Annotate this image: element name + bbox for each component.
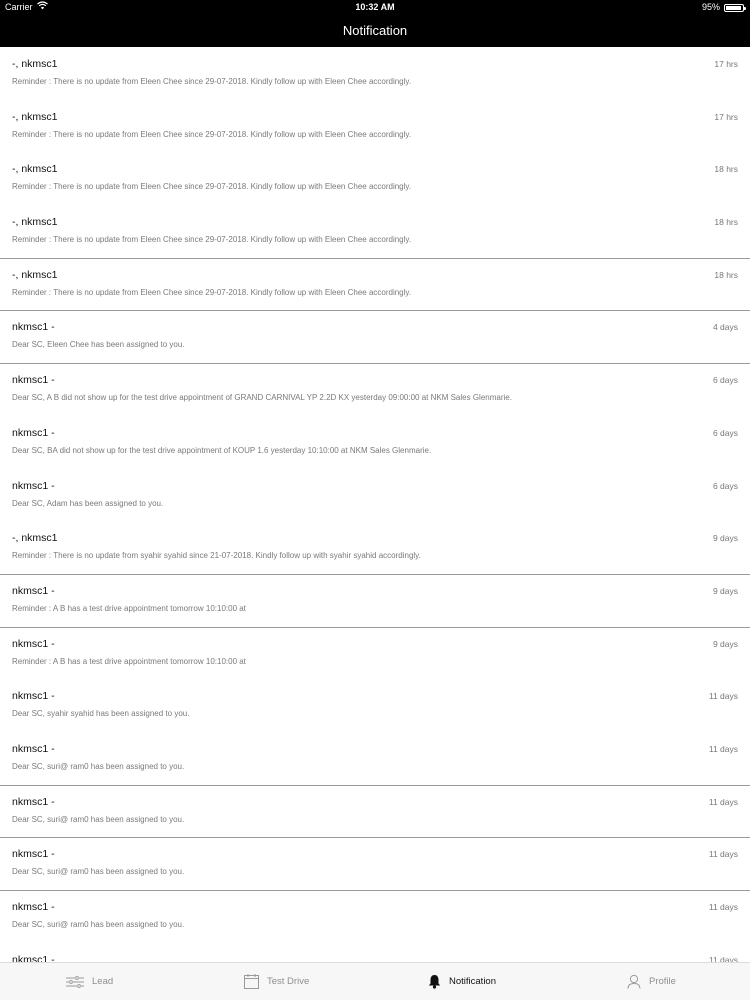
notification-message: Dear SC, suri@ ram0 has been assigned to… (12, 814, 185, 824)
notification-message: Dear SC, syahir syahid has been assigned… (12, 709, 190, 719)
notification-message: Reminder : There is no update from Eleen… (12, 182, 412, 192)
calendar-icon (244, 974, 259, 989)
notification-sender: nkmsc1 - (12, 795, 55, 808)
notification-row[interactable]: -, nkmsc1 18 hrs Reminder : There is no up… (0, 153, 750, 206)
notification-sender: -, nkmsc1 (12, 216, 58, 229)
notification-row[interactable]: nkmsc1 - 11 days Dear SC, syahir syahid ha… (0, 680, 750, 733)
notification-sender: nkmsc1 - (12, 848, 55, 861)
notification-row[interactable]: -, nkmsc1 17 hrs Reminder : There is no up… (0, 48, 750, 101)
status-right: 95% (701, 0, 746, 15)
notification-time: 11 days (708, 691, 738, 702)
notification-message: Dear SC, suri@ ram0 has been assigned to… (12, 761, 185, 771)
notification-time: 6 days (712, 427, 738, 438)
notification-row[interactable]: nkmsc1 - 11 days Dear SC, suri@ ram0 has b… (0, 733, 750, 786)
status-bar: Carrier 10:32 AM 95% (0, 0, 750, 15)
notification-message: Reminder : A B has a test drive appointm… (12, 603, 246, 613)
notification-row[interactable]: -, nkmsc1 9 days Reminder : There is no up… (0, 522, 750, 575)
notification-sender: -, nkmsc1 (12, 268, 58, 281)
notification-message: Dear SC, Eleen Chee has been assigned to… (12, 340, 185, 350)
notification-message: Reminder : There is no update from syahi… (12, 551, 421, 561)
notification-sender: -, nkmsc1 (12, 58, 58, 70)
notification-sender: -, nkmsc1 (12, 163, 58, 176)
notification-message: Reminder : There is no update from Eleen… (12, 77, 412, 86)
notification-sender: nkmsc1 - (12, 742, 55, 755)
notification-time: 11 days (708, 849, 738, 860)
tab-label-profile: Profile (649, 976, 676, 987)
status-time: 10:32 AM (355, 2, 395, 12)
tab-label-lead: Lead (92, 976, 114, 987)
notification-message: Dear SC, A B did not show up for the tes… (12, 393, 512, 403)
notification-time: 9 days (712, 638, 738, 649)
notification-time: 18 hrs (714, 164, 738, 175)
notification-row[interactable]: nkmsc1 - 6 days Dear SC, BA did not show u… (0, 417, 750, 470)
notification-time: 6 days (712, 480, 738, 491)
notification-sender: nkmsc1 - (12, 953, 55, 962)
notification-message: Dear SC, suri@ ram0 has been assigned to… (12, 920, 185, 929)
notification-sender: nkmsc1 - (12, 690, 55, 703)
notification-row[interactable]: nkmsc1 - 11 days Dear SC, suri@ ram0 has b… (0, 786, 750, 839)
battery-fill (726, 5, 742, 10)
notification-row[interactable]: nkmsc1 - 11 days (0, 944, 750, 962)
tab-lead[interactable]: Lead (66, 963, 113, 1000)
notification-time: 18 hrs (714, 217, 738, 228)
notification-message: Reminder : There is no update from Eleen… (12, 287, 412, 297)
notification-sender: nkmsc1 - (12, 374, 55, 387)
notification-message: Reminder : A B has a test drive appointm… (12, 656, 246, 666)
notification-row[interactable]: -, nkmsc1 18 hrs Reminder : There is no up… (0, 259, 750, 312)
notification-sender: -, nkmsc1 (12, 532, 58, 545)
notification-time: 17 hrs (714, 59, 738, 69)
tab-notification[interactable]: Notification (428, 963, 496, 1000)
notification-sender: nkmsc1 - (12, 321, 55, 334)
notification-time: 9 days (712, 533, 738, 544)
notification-message: Dear SC, Adam has been assigned to you. (12, 498, 164, 508)
notification-sender: nkmsc1 - (12, 479, 55, 492)
tab-label-test-drive: Test Drive (267, 976, 310, 987)
notification-sender: nkmsc1 - (12, 584, 55, 597)
notification-row[interactable]: -, nkmsc1 17 hrs Reminder : There is no up… (0, 101, 750, 154)
notification-sender: nkmsc1 - (12, 637, 55, 650)
notification-row[interactable]: nkmsc1 - 11 days Dear SC, suri@ ram0 has b… (0, 891, 750, 944)
notification-sender: -, nkmsc1 (12, 110, 58, 123)
tab-bar: Lead Test Drive Notification Profile (0, 962, 750, 1000)
tab-test-drive[interactable]: Test Drive (244, 963, 309, 1000)
notification-row[interactable]: nkmsc1 - 11 days Dear SC, suri@ ram0 has b… (0, 838, 750, 891)
bell-icon (428, 974, 441, 989)
page-title: Notification (342, 23, 408, 38)
person-icon (627, 974, 641, 989)
notification-row[interactable]: nkmsc1 - 6 days Dear SC, Adam has been ass… (0, 470, 750, 523)
notification-row[interactable]: nkmsc1 - 9 days Reminder : A B has a test … (0, 628, 750, 681)
notification-message: Reminder : There is no update from Eleen… (12, 129, 412, 139)
notification-message: Dear SC, BA did not show up for the test… (12, 445, 432, 455)
battery-icon (724, 3, 746, 12)
notification-time: 18 hrs (714, 269, 738, 280)
notification-row[interactable]: -, nkmsc1 18 hrs Reminder : There is no up… (0, 206, 750, 259)
notification-time: 11 days (708, 796, 738, 807)
tab-label-notification: Notification (449, 976, 496, 987)
notification-sender: nkmsc1 - (12, 426, 55, 439)
notification-time: 11 days (708, 954, 738, 962)
navigation-bar: Notification (0, 15, 750, 47)
battery-percent: 95% (701, 2, 720, 12)
notification-time: 9 days (712, 585, 738, 596)
notification-row[interactable]: nkmsc1 - 9 days Reminder : A B has a test … (0, 575, 750, 628)
notification-list[interactable]: -, nkmsc1 17 hrs Reminder : There is no up… (0, 48, 750, 962)
notification-message: Dear SC, suri@ ram0 has been assigned to… (12, 867, 185, 877)
notification-row[interactable]: nkmsc1 - 4 days Dear SC, Eleen Chee has be… (0, 311, 750, 365)
notification-message: Reminder : There is no update from Eleen… (12, 235, 412, 245)
notification-time: 17 hrs (714, 111, 738, 122)
notification-row[interactable]: nkmsc1 - 6 days Dear SC, A B did not show … (0, 364, 750, 417)
notification-time: 6 days (712, 375, 738, 386)
notification-time: 11 days (708, 902, 738, 912)
notification-time: 11 days (708, 743, 738, 754)
notification-time: 4 days (712, 322, 738, 333)
tab-profile[interactable]: Profile (627, 963, 676, 1000)
sliders-icon (66, 975, 84, 989)
notification-sender: nkmsc1 - (12, 901, 55, 913)
